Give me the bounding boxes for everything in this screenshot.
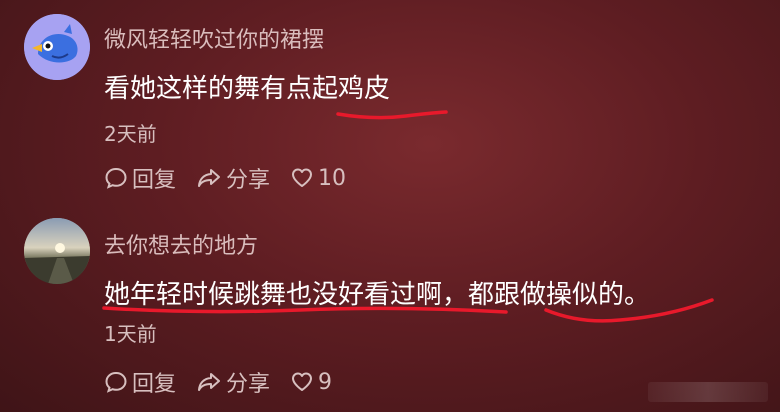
share-button[interactable]: 分享 [196,366,270,398]
watermark [648,382,768,402]
reply-label: 回复 [132,372,177,397]
comment-actions: 回复 分享 9 [104,366,352,398]
reply-button[interactable]: 回复 [104,162,176,194]
comment-text: 看她这样的舞有点起鸡皮 [104,74,391,104]
comment-text: 她年轻时候跳舞也没好看过啊，都跟做操似的。 [104,280,651,310]
comment-timestamp: 2天前 [104,122,157,146]
share-icon [198,169,221,187]
comment-actions: 回复 分享 10 [104,162,366,194]
comment-timestamp: 1天前 [104,322,157,346]
reply-button[interactable]: 回复 [104,366,176,398]
avatar[interactable] [24,14,90,80]
heart-icon [292,168,313,187]
username[interactable]: 微风轻轻吹过你的裙摆 [104,22,324,54]
share-icon [198,373,221,391]
like-count: 9 [318,369,333,395]
like-button[interactable]: 9 [290,370,332,395]
like-button[interactable]: 10 [290,166,346,191]
share-label: 分享 [226,372,271,397]
like-count: 10 [318,165,347,191]
reply-icon [105,167,127,189]
landscape-avatar-icon [24,218,90,284]
bird-avatar-icon [24,14,90,80]
heart-icon [292,372,313,391]
username[interactable]: 去你想去的地方 [104,228,258,260]
share-label: 分享 [226,168,271,193]
reply-icon [105,371,127,393]
red-underline-annotation [336,110,448,120]
avatar[interactable] [24,218,90,284]
share-button[interactable]: 分享 [196,162,270,194]
reply-label: 回复 [132,168,177,193]
